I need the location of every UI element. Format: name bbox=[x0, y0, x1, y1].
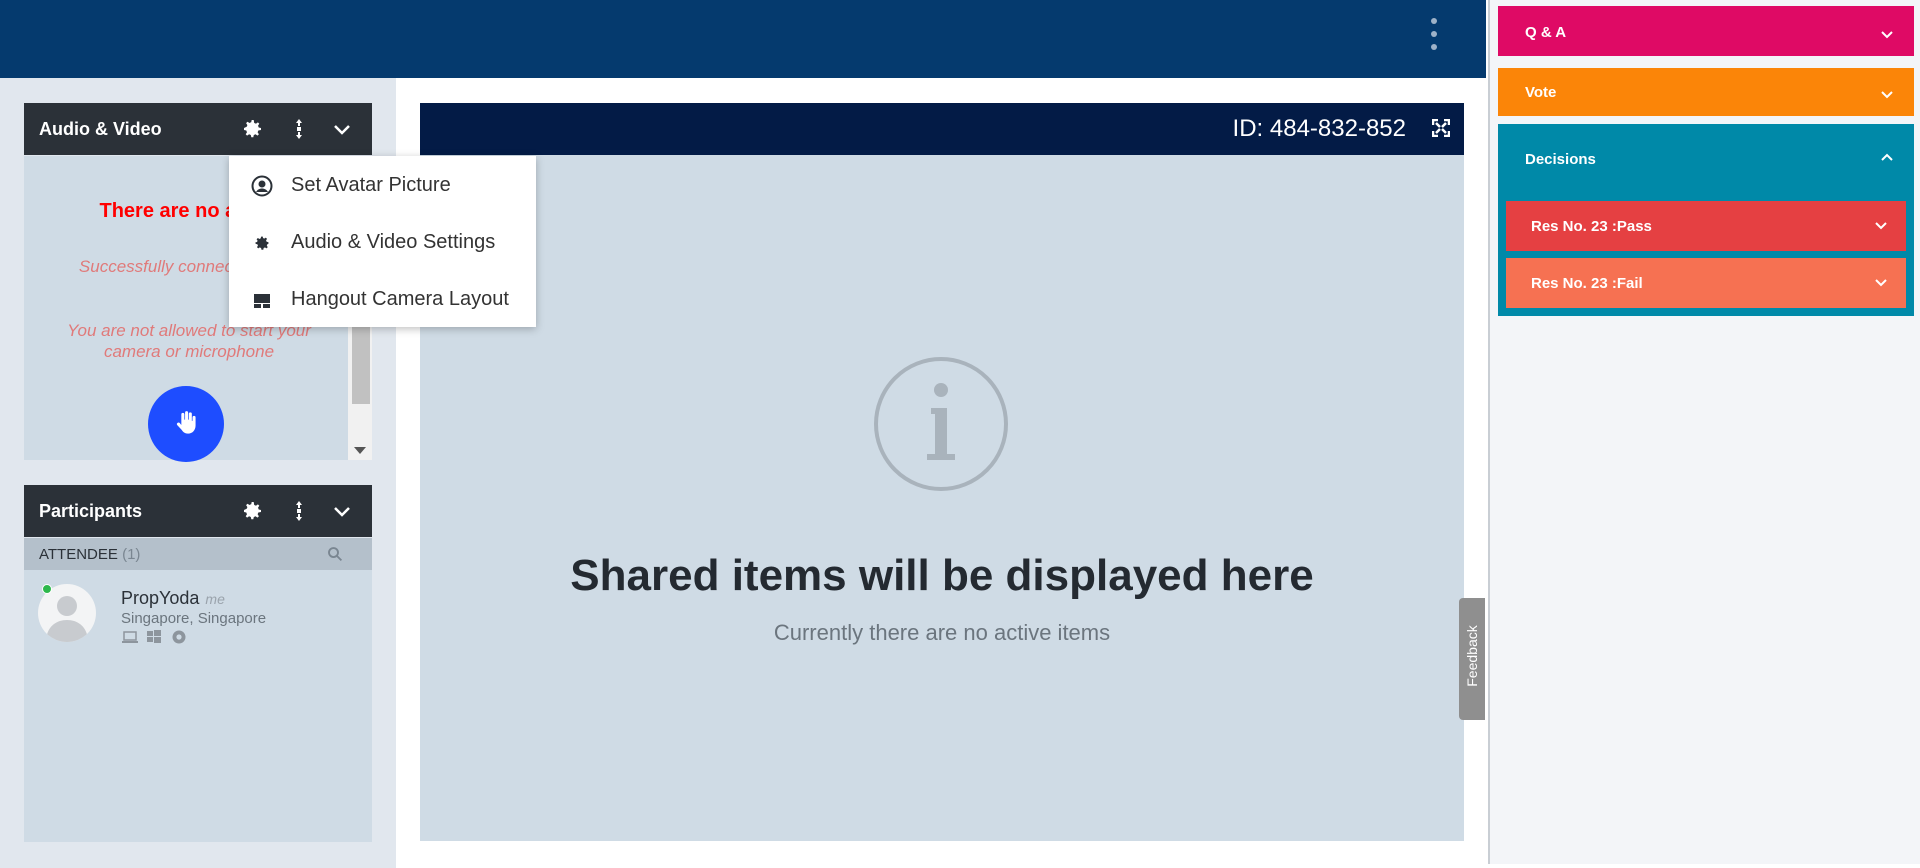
shared-items-area: Shared items will be displayed here Curr… bbox=[420, 155, 1464, 841]
right-panel: Q & A Vote Decisions Res No. 23 :Pass Re… bbox=[1488, 0, 1920, 864]
top-bar bbox=[0, 0, 1486, 78]
participant-device-icons bbox=[121, 630, 186, 646]
gear-icon[interactable] bbox=[240, 499, 264, 523]
vote-title: Vote bbox=[1525, 84, 1557, 101]
decisions-accordion: Decisions Res No. 23 :Pass Res No. 23 :F… bbox=[1498, 124, 1914, 316]
scroll-down-arrow-icon[interactable] bbox=[354, 447, 366, 454]
chevron-down-icon bbox=[1875, 279, 1887, 287]
menu-item-set-avatar[interactable]: Set Avatar Picture bbox=[229, 156, 536, 213]
info-icon bbox=[874, 357, 1008, 491]
resolution-label: Res No. 23 :Pass bbox=[1531, 218, 1652, 235]
shared-items-title: Shared items will be displayed here bbox=[570, 551, 1314, 600]
raise-hand-button[interactable] bbox=[148, 386, 224, 462]
menu-item-av-settings[interactable]: Audio & Video Settings bbox=[229, 213, 536, 270]
search-icon[interactable] bbox=[326, 545, 344, 563]
meeting-id-bar: ID: 484-832-852 bbox=[420, 103, 1464, 155]
shared-items-subtitle: Currently there are no active items bbox=[773, 620, 1111, 645]
participants-list: PropYoda me Singapore, Singapore bbox=[24, 570, 372, 842]
participants-title: Participants bbox=[39, 501, 143, 521]
resize-handle-icon[interactable] bbox=[287, 117, 311, 141]
windows-icon bbox=[147, 630, 162, 643]
participant-location: Singapore, Singapore bbox=[121, 610, 267, 627]
feedback-label: Feedback bbox=[1464, 625, 1480, 687]
participants-header: Participants bbox=[24, 485, 372, 537]
feedback-tab[interactable]: Feedback bbox=[1459, 598, 1485, 720]
chevron-down-icon bbox=[1881, 91, 1893, 99]
scroll-thumb[interactable] bbox=[352, 316, 370, 404]
menu-item-label: Hangout Camera Layout bbox=[291, 288, 509, 310]
menu-item-hangout-layout[interactable]: Hangout Camera Layout bbox=[229, 270, 536, 327]
attendee-section-bar: ATTENDEE (1) bbox=[24, 538, 372, 570]
qa-title: Q & A bbox=[1525, 24, 1567, 41]
meeting-id: ID: 484-832-852 bbox=[1232, 115, 1406, 142]
vote-accordion[interactable]: Vote bbox=[1498, 68, 1914, 116]
menu-item-label: Audio & Video Settings bbox=[291, 231, 496, 253]
participant-name: PropYoda me bbox=[121, 588, 225, 609]
attendee-section-label: ATTENDEE bbox=[39, 546, 118, 563]
menu-item-label: Set Avatar Picture bbox=[291, 174, 451, 196]
resolution-item[interactable]: Res No. 23 :Pass bbox=[1506, 201, 1906, 251]
fullscreen-icon[interactable] bbox=[1432, 119, 1450, 137]
gear-icon bbox=[255, 236, 269, 250]
online-status-dot bbox=[42, 584, 52, 594]
hand-icon bbox=[176, 411, 196, 434]
resolution-label: Res No. 23 :Fail bbox=[1531, 275, 1643, 292]
more-options-icon[interactable] bbox=[1426, 18, 1442, 58]
resolution-item[interactable]: Res No. 23 :Fail bbox=[1506, 258, 1906, 308]
chevron-down-icon bbox=[1881, 31, 1893, 39]
attendee-label: ATTENDEE (1) bbox=[39, 546, 140, 563]
decisions-title[interactable]: Decisions bbox=[1525, 151, 1596, 168]
laptop-icon bbox=[122, 631, 138, 643]
chevron-up-icon[interactable] bbox=[1880, 150, 1894, 164]
audio-video-header: Audio & Video bbox=[24, 103, 372, 155]
resize-handle-icon[interactable] bbox=[287, 499, 311, 523]
right-column: Q & A Vote Decisions Res No. 23 :Pass Re… bbox=[1486, 0, 1920, 868]
chevron-down-icon bbox=[1875, 222, 1887, 230]
me-tag: me bbox=[205, 591, 225, 607]
chrome-icon bbox=[172, 630, 186, 644]
layout-icon bbox=[254, 294, 270, 308]
chevron-down-icon[interactable] bbox=[330, 499, 354, 523]
audio-video-menu: Set Avatar Picture Audio & Video Setting… bbox=[229, 156, 536, 327]
qa-accordion[interactable]: Q & A bbox=[1498, 6, 1914, 56]
participant-name-text: PropYoda bbox=[121, 588, 200, 608]
attendee-count: (1) bbox=[122, 546, 141, 563]
chevron-down-icon[interactable] bbox=[330, 117, 354, 141]
avatar-icon bbox=[251, 175, 273, 197]
gear-icon[interactable] bbox=[240, 117, 264, 141]
audio-video-title: Audio & Video bbox=[39, 119, 162, 139]
